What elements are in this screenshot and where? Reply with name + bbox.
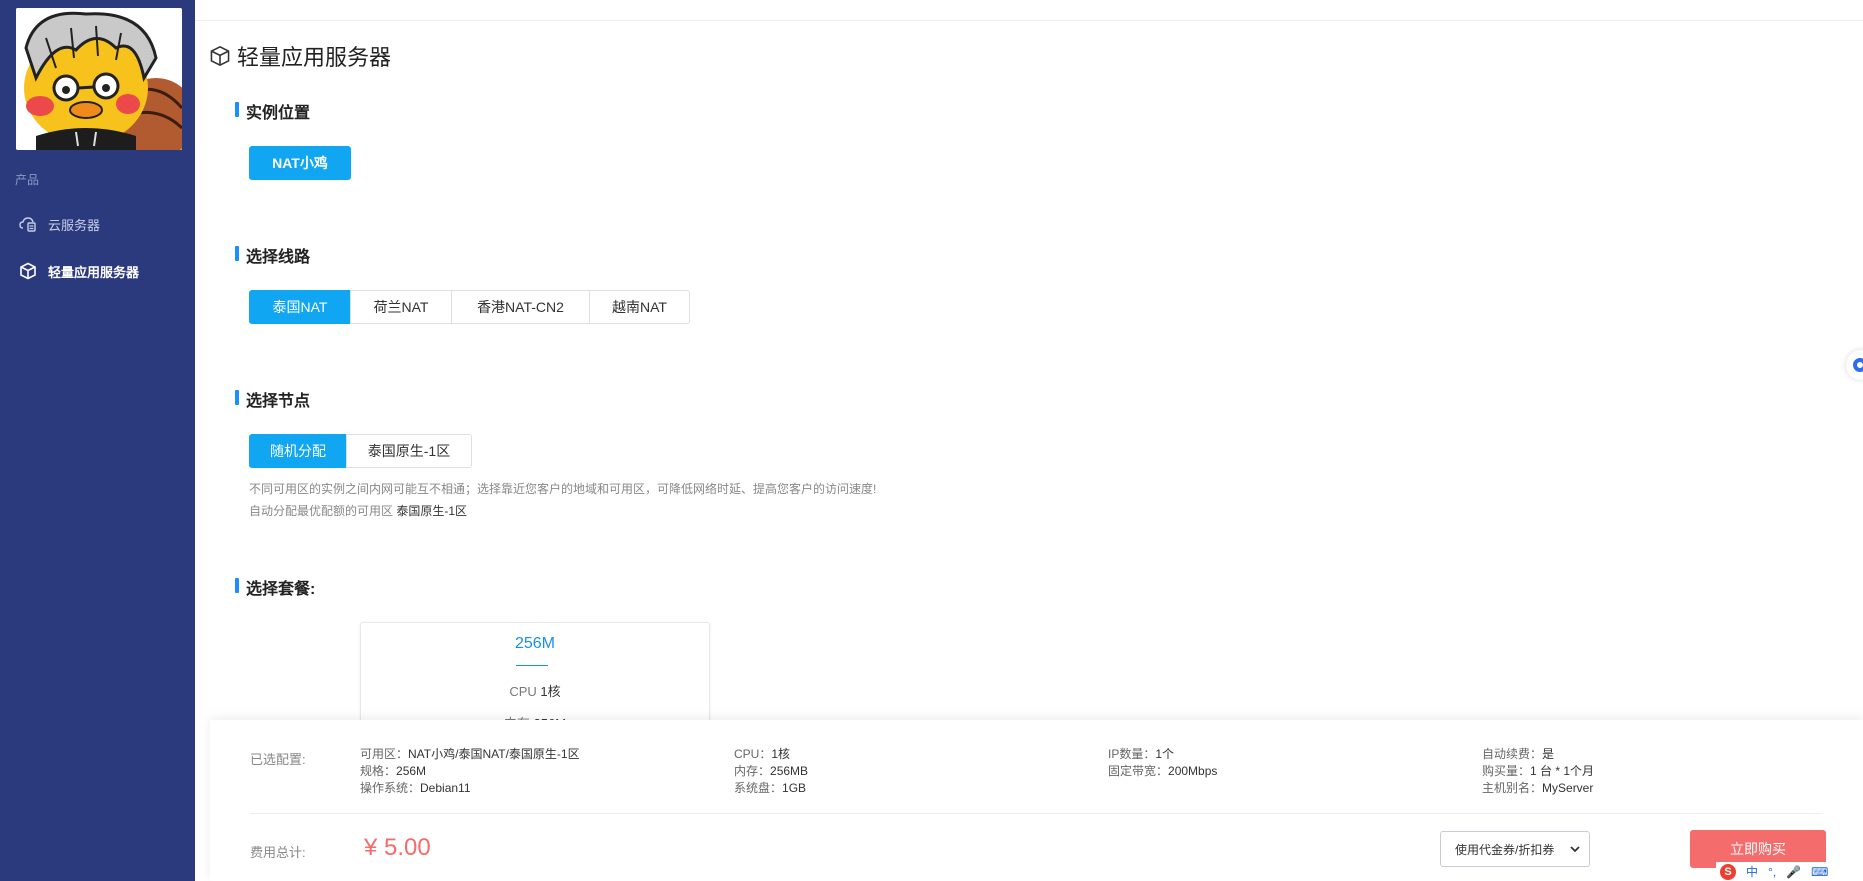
page-title: 轻量应用服务器	[209, 40, 391, 72]
summary-auto-renew: 自动续费：是	[1482, 747, 1555, 761]
node-auto-hint: 自动分配最优配额的可用区 泰国原生-1区	[249, 502, 467, 519]
cube-icon	[18, 261, 38, 281]
ime-toolbar: S 中 °, 🎤 ⌨	[1716, 862, 1843, 881]
chevron-down-icon	[1569, 843, 1581, 855]
location-option-nat[interactable]: NAT小鸡	[249, 146, 351, 180]
line-option-thailand[interactable]: 泰国NAT	[249, 290, 351, 324]
keyboard-icon[interactable]: ⌨	[1811, 865, 1828, 879]
coupon-select[interactable]: 使用代金券/折扣券	[1440, 831, 1590, 867]
avatar-illustration	[16, 8, 182, 150]
section-title-line: 选择线路	[235, 243, 310, 267]
plan-cpu: CPU 1核	[361, 681, 709, 700]
sidebar: 产品 云服务器 轻量应用服务器	[0, 0, 195, 881]
cloud-server-icon	[18, 214, 38, 234]
node-auto-hint-value: 泰国原生-1区	[396, 504, 468, 518]
summary-bandwidth: 固定带宽：200Mbps	[1108, 764, 1218, 778]
line-options: 泰国NAT 荷兰NAT 香港NAT-CN2 越南NAT	[249, 290, 690, 324]
assistant-icon	[1853, 358, 1863, 372]
plan-name-underline	[516, 665, 548, 666]
summary-disk: 系统盘：1GB	[734, 781, 807, 795]
section-title-plan: 选择套餐:	[235, 575, 315, 599]
section-title-location: 实例位置	[235, 99, 310, 123]
sidebar-section-label: 产品	[15, 173, 40, 187]
summary-column-2: CPU：1核 内存：256MB 系统盘：1GB	[734, 746, 808, 797]
node-auto-hint-prefix: 自动分配最优配额的可用区	[249, 504, 397, 518]
total-price: ¥ 5.00	[364, 834, 431, 861]
summary-ip-count: IP数量：1个	[1108, 747, 1175, 761]
total-label: 费用总计:	[250, 845, 306, 860]
summary-quantity: 购买量：1 台 * 1个月	[1482, 764, 1595, 778]
summary-hostname: 主机别名：MyServer	[1482, 781, 1594, 795]
sidebar-item-label: 云服务器	[48, 217, 101, 233]
summary-column-4: 自动续费：是 购买量：1 台 * 1个月 主机别名：MyServer	[1482, 746, 1594, 797]
avatar	[16, 8, 182, 150]
sidebar-item-label: 轻量应用服务器	[48, 264, 140, 280]
summary-zone: 可用区：NAT小鸡/泰国NAT/泰国原生-1区	[360, 747, 580, 761]
node-hint: 不同可用区的实例之间内网可能互不相通；选择靠近您客户的地域和可用区，可降低网络时…	[249, 482, 877, 496]
summary-column-3: IP数量：1个 固定带宽：200Mbps	[1108, 746, 1217, 780]
location-options: NAT小鸡	[249, 146, 351, 180]
summary-cpu: CPU：1核	[734, 747, 791, 761]
sidebar-item-cloud-server[interactable]: 云服务器	[18, 213, 100, 235]
node-option-thailand-zone1[interactable]: 泰国原生-1区	[346, 434, 472, 468]
ime-punct-toggle[interactable]: °,	[1768, 865, 1776, 879]
line-option-vietnam[interactable]: 越南NAT	[589, 290, 690, 324]
plan-name: 256M	[514, 635, 556, 652]
plan-cpu-label: CPU	[509, 684, 541, 699]
line-option-hongkong[interactable]: 香港NAT-CN2	[451, 290, 590, 324]
node-option-random[interactable]: 随机分配	[249, 434, 347, 468]
line-option-netherlands[interactable]: 荷兰NAT	[350, 290, 452, 324]
order-summary-panel: 已选配置: 可用区：NAT小鸡/泰国NAT/泰国原生-1区 规格：256M 操作…	[210, 720, 1863, 881]
plan-cpu-value: 1核	[540, 684, 561, 699]
summary-memory: 内存：256MB	[734, 764, 809, 778]
section-title-node: 选择节点	[235, 387, 310, 411]
summary-spec: 规格：256M	[360, 764, 427, 778]
ime-lang-toggle[interactable]: 中	[1746, 863, 1758, 880]
ime-logo-icon[interactable]: S	[1720, 863, 1736, 880]
summary-divider	[250, 813, 1823, 814]
coupon-select-value: 使用代金券/折扣券	[1455, 842, 1555, 857]
node-options: 随机分配 泰国原生-1区	[249, 434, 472, 468]
microphone-icon[interactable]: 🎤	[1786, 865, 1801, 879]
cube-icon	[209, 45, 231, 67]
page-title-text: 轻量应用服务器	[237, 45, 392, 70]
sidebar-item-lightweight-server[interactable]: 轻量应用服务器	[18, 260, 139, 282]
summary-column-1: 可用区：NAT小鸡/泰国NAT/泰国原生-1区 规格：256M 操作系统：Deb…	[360, 746, 580, 797]
summary-os: 操作系统：Debian11	[360, 781, 471, 795]
selected-config-label: 已选配置:	[250, 752, 306, 767]
